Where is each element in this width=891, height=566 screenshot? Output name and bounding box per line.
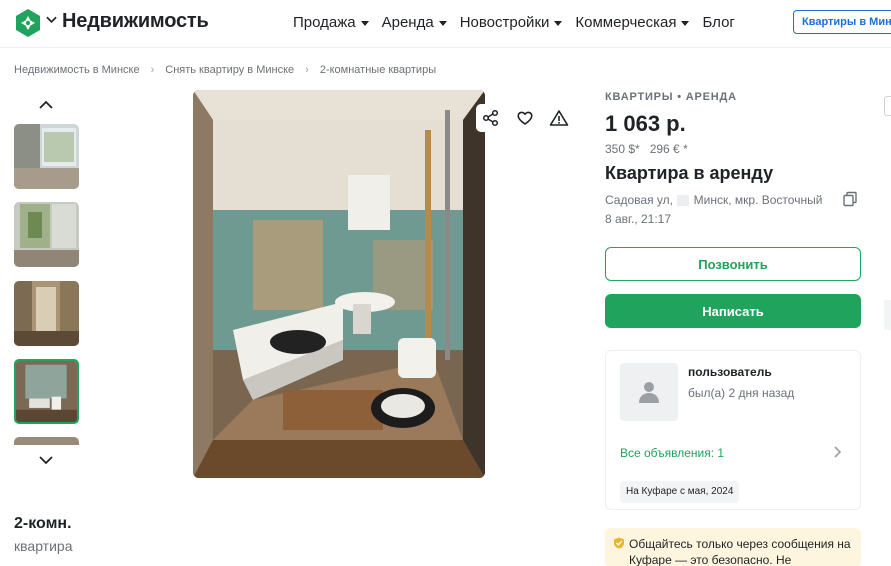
rooms-title: 2-комн. <box>14 515 72 532</box>
nav-rent[interactable]: Аренда <box>382 14 447 31</box>
user-icon <box>639 382 659 403</box>
gallery-thumbnail[interactable] <box>14 202 79 267</box>
caret-down-icon <box>360 21 369 26</box>
nav-label: Аренда <box>381 14 434 31</box>
listing-date: 8 авг., 21:17 <box>605 212 671 226</box>
main-nav: Продажа Аренда Новостройки Коммерческая … <box>293 14 735 31</box>
shield-icon <box>614 537 624 549</box>
share-button[interactable] <box>476 104 506 132</box>
caret-down-icon <box>554 21 563 26</box>
nav-new-buildings[interactable]: Новостройки <box>460 14 563 31</box>
heart-icon <box>517 111 533 125</box>
address-city: Минск, мкр. Восточный <box>693 193 823 207</box>
breadcrumb-link[interactable]: 2-комнатные квартиры <box>320 64 436 76</box>
caret-down-icon <box>438 21 447 26</box>
gallery-thumbnail[interactable] <box>14 437 79 445</box>
side-panel-edge <box>884 300 891 330</box>
chevron-down-icon[interactable] <box>38 453 54 467</box>
breadcrumb-separator-icon: › <box>150 64 155 76</box>
nav-sale[interactable]: Продажа <box>293 14 369 31</box>
copy-icon[interactable] <box>842 191 858 207</box>
price-alt-currencies: 350 $* 296 € * <box>605 142 688 156</box>
breadcrumb-separator-icon: › <box>305 64 309 76</box>
breadcrumb-link[interactable]: Снять квартиру в Минске <box>165 64 294 76</box>
nav-label: Коммерческая <box>575 14 677 31</box>
logo-icon[interactable] <box>13 8 43 38</box>
header-cta-button[interactable]: Квартиры в Мин <box>793 10 891 34</box>
safety-text: Общайтесь только через сообщения на Куфа… <box>629 537 851 566</box>
address: Садовая ул, Минск, мкр. Восточный <box>605 193 822 207</box>
safety-notice: Общайтесь только через сообщения на Куфа… <box>605 528 861 566</box>
report-button[interactable] <box>544 104 574 132</box>
member-since-badge: На Куфаре с мая, 2024 <box>620 481 740 503</box>
caret-down-icon <box>681 21 690 26</box>
share-icon <box>482 109 499 127</box>
brand-title[interactable]: Недвижимость <box>62 10 209 33</box>
gallery-thumbnail[interactable] <box>14 281 79 346</box>
address-street: Садовая ул, <box>605 193 673 207</box>
side-panel-edge[interactable] <box>884 96 891 116</box>
seller-name[interactable]: пользователь <box>688 365 772 379</box>
main-photo[interactable] <box>193 90 485 478</box>
write-message-button[interactable]: Написать <box>605 294 861 328</box>
chevron-right-icon[interactable] <box>832 446 842 458</box>
avatar[interactable] <box>620 363 678 421</box>
nav-label: Продажа <box>293 14 356 31</box>
breadcrumb: Недвижимость в Минске › Снять квартиру в… <box>14 64 436 76</box>
listing-category: КВАРТИРЫ • АРЕНДА <box>605 91 737 103</box>
address-redacted <box>677 195 690 207</box>
photo-actions <box>476 104 574 132</box>
nav-blog[interactable]: Блог <box>702 14 734 31</box>
gallery-thumbnail-active[interactable] <box>14 359 79 424</box>
breadcrumb-link[interactable]: Недвижимость в Минске <box>14 64 140 76</box>
chevron-down-icon[interactable] <box>46 16 57 24</box>
nav-label: Блог <box>702 14 735 31</box>
seller-last-seen: был(а) 2 дня назад <box>688 386 795 400</box>
seller-card: пользователь был(а) 2 дня назад Все объя… <box>605 350 861 510</box>
gallery-thumbnail[interactable] <box>14 124 79 189</box>
site-header: Недвижимость Продажа Аренда Новостройки … <box>0 0 891 48</box>
rooms-subtitle: квартира <box>14 538 73 554</box>
warning-icon <box>549 110 569 126</box>
price: 1 063 р. <box>605 111 686 136</box>
nav-commercial[interactable]: Коммерческая <box>575 14 690 31</box>
all-ads-link[interactable]: Все объявления: 1 <box>620 446 724 460</box>
nav-label: Новостройки <box>459 14 550 31</box>
chevron-up-icon[interactable] <box>38 98 54 112</box>
call-button[interactable]: Позвонить <box>605 247 861 281</box>
favorite-button[interactable] <box>510 104 540 132</box>
listing-title: Квартира в аренду <box>605 163 774 183</box>
